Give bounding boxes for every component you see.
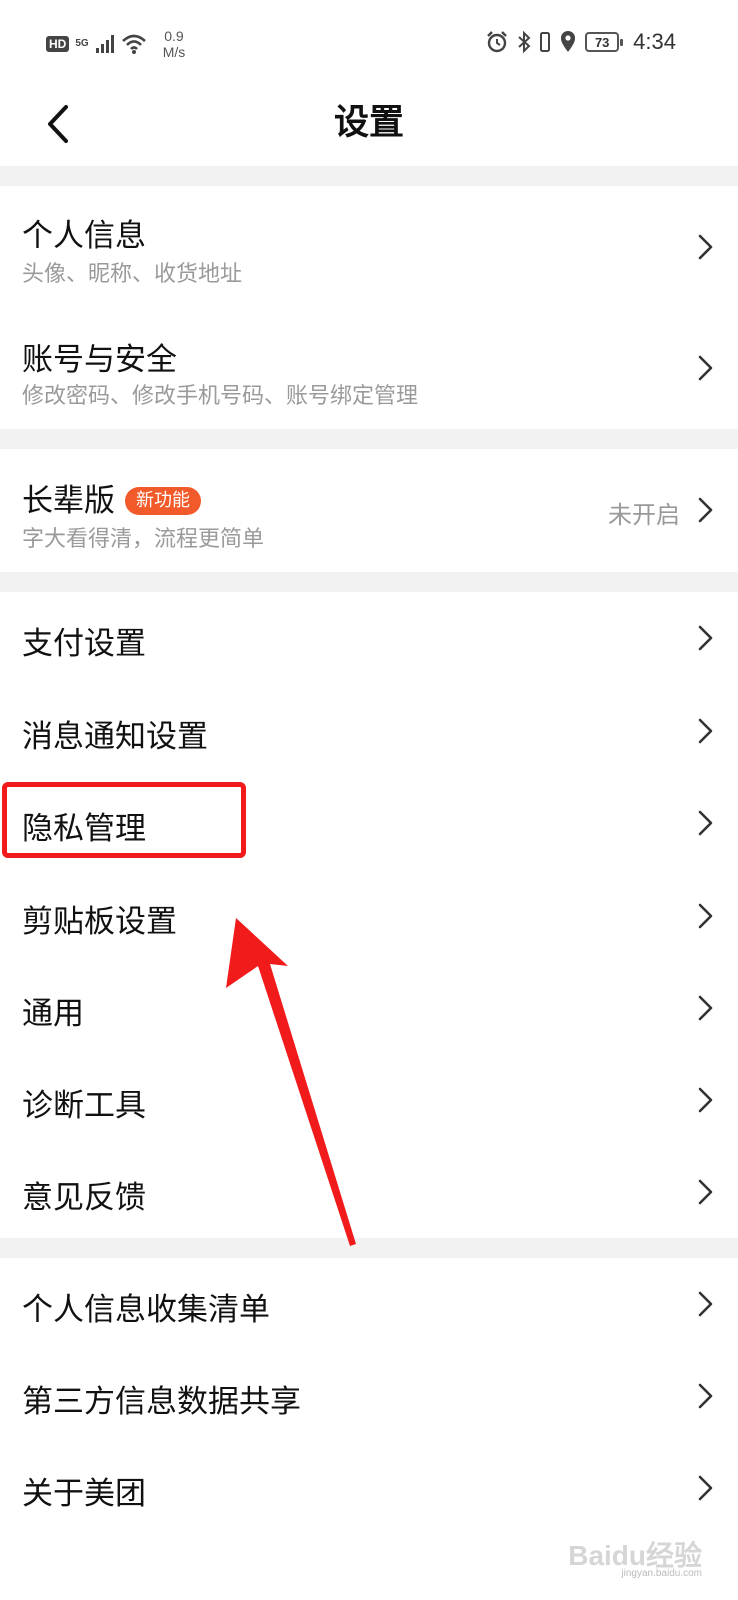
watermark-site: jingyan.baidu.com — [621, 1568, 702, 1579]
arrow-annotation — [226, 918, 356, 1246]
watermark: Baidu经验 jingyan.baidu.com — [568, 1534, 702, 1579]
